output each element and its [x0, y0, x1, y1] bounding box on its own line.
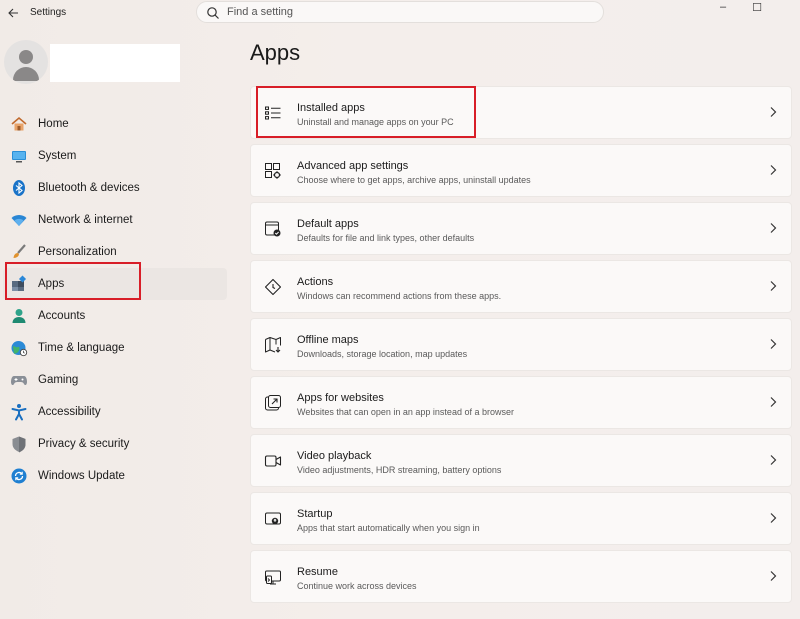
chevron-right-icon [770, 107, 777, 117]
video-icon [264, 455, 282, 467]
chevron-right-icon [770, 281, 777, 291]
card-offline-maps[interactable]: Offline maps Downloads, storage location… [250, 318, 792, 371]
app-title: Settings [30, 7, 67, 18]
card-description: Windows can recommend actions from these… [297, 291, 502, 301]
back-arrow-icon [7, 8, 18, 18]
chevron-right-icon [770, 223, 777, 233]
sidebar-item-accessibility[interactable]: Accessibility [3, 396, 227, 428]
sidebar-item-label: Bluetooth & devices [38, 182, 140, 194]
card-resume[interactable]: Resume Continue work across devices [250, 550, 792, 603]
accessibility-icon [9, 402, 29, 422]
card-title: Default apps [297, 218, 359, 230]
apps-highlight-box [5, 262, 141, 300]
card-title: Resume [297, 566, 338, 578]
sidebar-item-label: System [38, 150, 77, 162]
chevron-right-icon [770, 397, 777, 407]
title-bar: Settings – ☐ [0, 0, 800, 28]
sidebar-item-label: Accessibility [38, 406, 101, 418]
actions-icon [264, 278, 282, 296]
sidebar-item-label: Personalization [38, 246, 117, 258]
card-title: Advanced app settings [297, 160, 409, 172]
chevron-right-icon [770, 165, 777, 175]
sidebar-item-label: Home [38, 118, 69, 130]
sidebar-item-label: Privacy & security [38, 438, 130, 450]
card-advanced-app-settings[interactable]: Advanced app settings Choose where to ge… [250, 144, 792, 197]
app-settings-icon [265, 163, 281, 179]
default-apps-icon [265, 221, 281, 237]
settings-card-list: Installed apps Uninstall and manage apps… [250, 86, 792, 608]
search-icon [207, 7, 219, 19]
card-description: Websites that can open in an app instead… [297, 407, 514, 417]
sidebar-item-gaming[interactable]: Gaming [3, 364, 227, 396]
minimize-button[interactable]: – [708, 0, 738, 14]
chevron-right-icon [770, 339, 777, 349]
sidebar-item-privacy[interactable]: Privacy & security [3, 428, 227, 460]
resume-icon [265, 570, 281, 585]
card-apps-for-websites[interactable]: Apps for websites Websites that can open… [250, 376, 792, 429]
startup-icon [265, 512, 281, 525]
card-description: Choose where to get apps, archive apps, … [297, 175, 531, 185]
maximize-icon: ☐ [752, 1, 762, 14]
card-description: Downloads, storage location, map updates [297, 349, 468, 359]
sidebar-item-home[interactable]: Home [3, 108, 227, 140]
sidebar-item-label: Time & language [38, 342, 125, 354]
installed-apps-highlight-box [256, 86, 476, 138]
search-box[interactable] [196, 1, 604, 23]
sidebar-item-label: Accounts [38, 310, 86, 322]
page-title: Apps [250, 40, 301, 65]
sidebar-item-time-language[interactable]: Time & language [3, 332, 227, 364]
card-title: Apps for websites [297, 392, 384, 404]
update-icon [9, 466, 29, 486]
sidebar-item-bluetooth[interactable]: Bluetooth & devices [3, 172, 227, 204]
globe-icon [9, 338, 29, 358]
chevron-right-icon [770, 455, 777, 465]
system-icon [9, 146, 29, 166]
brush-icon [9, 242, 29, 262]
wifi-icon [9, 210, 29, 230]
search-input[interactable] [227, 4, 587, 20]
sidebar-item-windows-update[interactable]: Windows Update [3, 460, 227, 492]
chevron-right-icon [770, 571, 777, 581]
sidebar-item-system[interactable]: System [3, 140, 227, 172]
avatar[interactable] [4, 40, 48, 84]
card-title: Actions [297, 276, 334, 288]
card-title: Offline maps [297, 334, 359, 346]
bluetooth-icon [9, 178, 29, 198]
open-in-app-icon [265, 395, 281, 411]
sidebar-item-label: Network & internet [38, 214, 133, 226]
sidebar-item-label: Gaming [38, 374, 79, 386]
card-default-apps[interactable]: Default apps Defaults for file and link … [250, 202, 792, 255]
back-button[interactable] [4, 4, 22, 22]
card-startup[interactable]: Startup Apps that start automatically wh… [250, 492, 792, 545]
sidebar-nav: Home System Bluetooth & devices Network … [3, 108, 227, 492]
card-description: Defaults for file and link types, other … [297, 233, 475, 243]
avatar-body [13, 67, 39, 81]
card-description: Apps that start automatically when you s… [297, 523, 480, 533]
map-icon [265, 337, 281, 353]
shield-icon [9, 434, 29, 454]
gamepad-icon [9, 370, 29, 390]
minimize-icon: – [719, 1, 727, 13]
sidebar-item-label: Windows Update [38, 470, 125, 482]
card-description: Continue work across devices [297, 581, 417, 591]
user-name-redacted [50, 44, 180, 82]
maximize-button[interactable]: ☐ [742, 0, 772, 14]
sidebar-item-network[interactable]: Network & internet [3, 204, 227, 236]
avatar-head [19, 50, 33, 64]
chevron-right-icon [770, 513, 777, 523]
card-actions[interactable]: Actions Windows can recommend actions fr… [250, 260, 792, 313]
card-title: Startup [297, 508, 333, 520]
card-description: Video adjustments, HDR streaming, batter… [297, 465, 502, 475]
home-icon [9, 114, 29, 134]
person-icon [9, 306, 29, 326]
card-video-playback[interactable]: Video playback Video adjustments, HDR st… [250, 434, 792, 487]
card-title: Video playback [297, 450, 372, 462]
sidebar-item-accounts[interactable]: Accounts [3, 300, 227, 332]
